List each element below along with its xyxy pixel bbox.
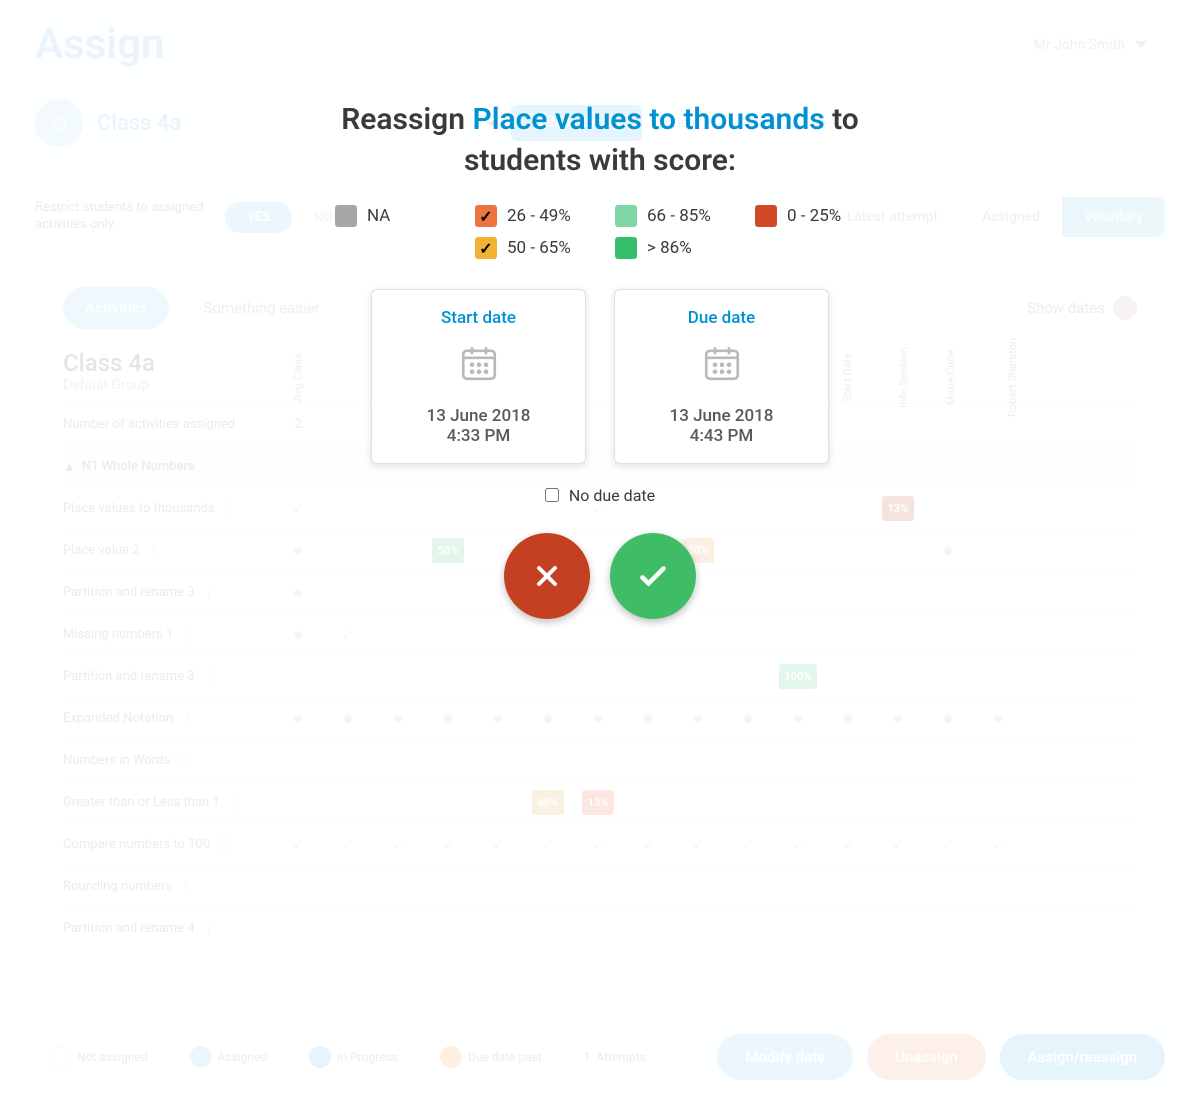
no-due-date-label: No due date bbox=[569, 486, 655, 505]
checkbox-icon bbox=[615, 205, 637, 227]
filter-na[interactable]: NA bbox=[335, 205, 445, 227]
checkbox-icon bbox=[475, 205, 497, 227]
start-date-title: Start date bbox=[382, 308, 575, 328]
no-due-date-checkbox[interactable]: No due date bbox=[300, 486, 900, 505]
checkbox-icon bbox=[335, 205, 357, 227]
reassign-dialog: Reassign Place values to thousands to st… bbox=[300, 100, 900, 619]
calendar-icon bbox=[701, 342, 743, 384]
filter-label: > 86% bbox=[647, 238, 692, 258]
filter-0-25[interactable]: 0 - 25% bbox=[755, 205, 865, 227]
calendar-icon bbox=[458, 342, 500, 384]
due-date-title: Due date bbox=[625, 308, 818, 328]
start-time-value: 4:33 PM bbox=[382, 426, 575, 446]
filter-label: 26 - 49% bbox=[507, 206, 571, 226]
dialog-title: Reassign Place values to thousands to st… bbox=[300, 100, 900, 181]
close-icon bbox=[531, 560, 563, 592]
confirm-row bbox=[300, 533, 900, 619]
filter-label: 0 - 25% bbox=[787, 206, 841, 226]
score-filter-group: NA 26 - 49% 66 - 85% 0 - 25% 50 - 65% > … bbox=[300, 205, 900, 259]
title-highlight: Place values to thousands bbox=[472, 102, 824, 137]
due-date-value: 13 June 2018 bbox=[625, 406, 818, 426]
checkbox-icon bbox=[615, 237, 637, 259]
filter-86-plus[interactable]: > 86% bbox=[615, 237, 725, 259]
title-prefix: Reassign bbox=[341, 102, 472, 137]
filter-26-49[interactable]: 26 - 49% bbox=[475, 205, 585, 227]
checkbox-icon bbox=[755, 205, 777, 227]
filter-label: NA bbox=[367, 206, 390, 226]
start-date-value: 13 June 2018 bbox=[382, 406, 575, 426]
due-date-card[interactable]: Due date 13 June 2018 4:43 PM bbox=[614, 289, 829, 464]
filter-50-65[interactable]: 50 - 65% bbox=[475, 237, 585, 259]
confirm-button[interactable] bbox=[610, 533, 696, 619]
date-cards: Start date 13 June 2018 4:33 PM Due date… bbox=[300, 289, 900, 464]
cancel-button[interactable] bbox=[504, 533, 590, 619]
due-time-value: 4:43 PM bbox=[625, 426, 818, 446]
check-icon bbox=[635, 558, 671, 594]
start-date-card[interactable]: Start date 13 June 2018 4:33 PM bbox=[371, 289, 586, 464]
filter-label: 66 - 85% bbox=[647, 206, 711, 226]
checkbox-icon bbox=[475, 237, 497, 259]
filter-label: 50 - 65% bbox=[507, 238, 571, 258]
filter-66-85[interactable]: 66 - 85% bbox=[615, 205, 725, 227]
no-due-date-input[interactable] bbox=[545, 488, 559, 502]
